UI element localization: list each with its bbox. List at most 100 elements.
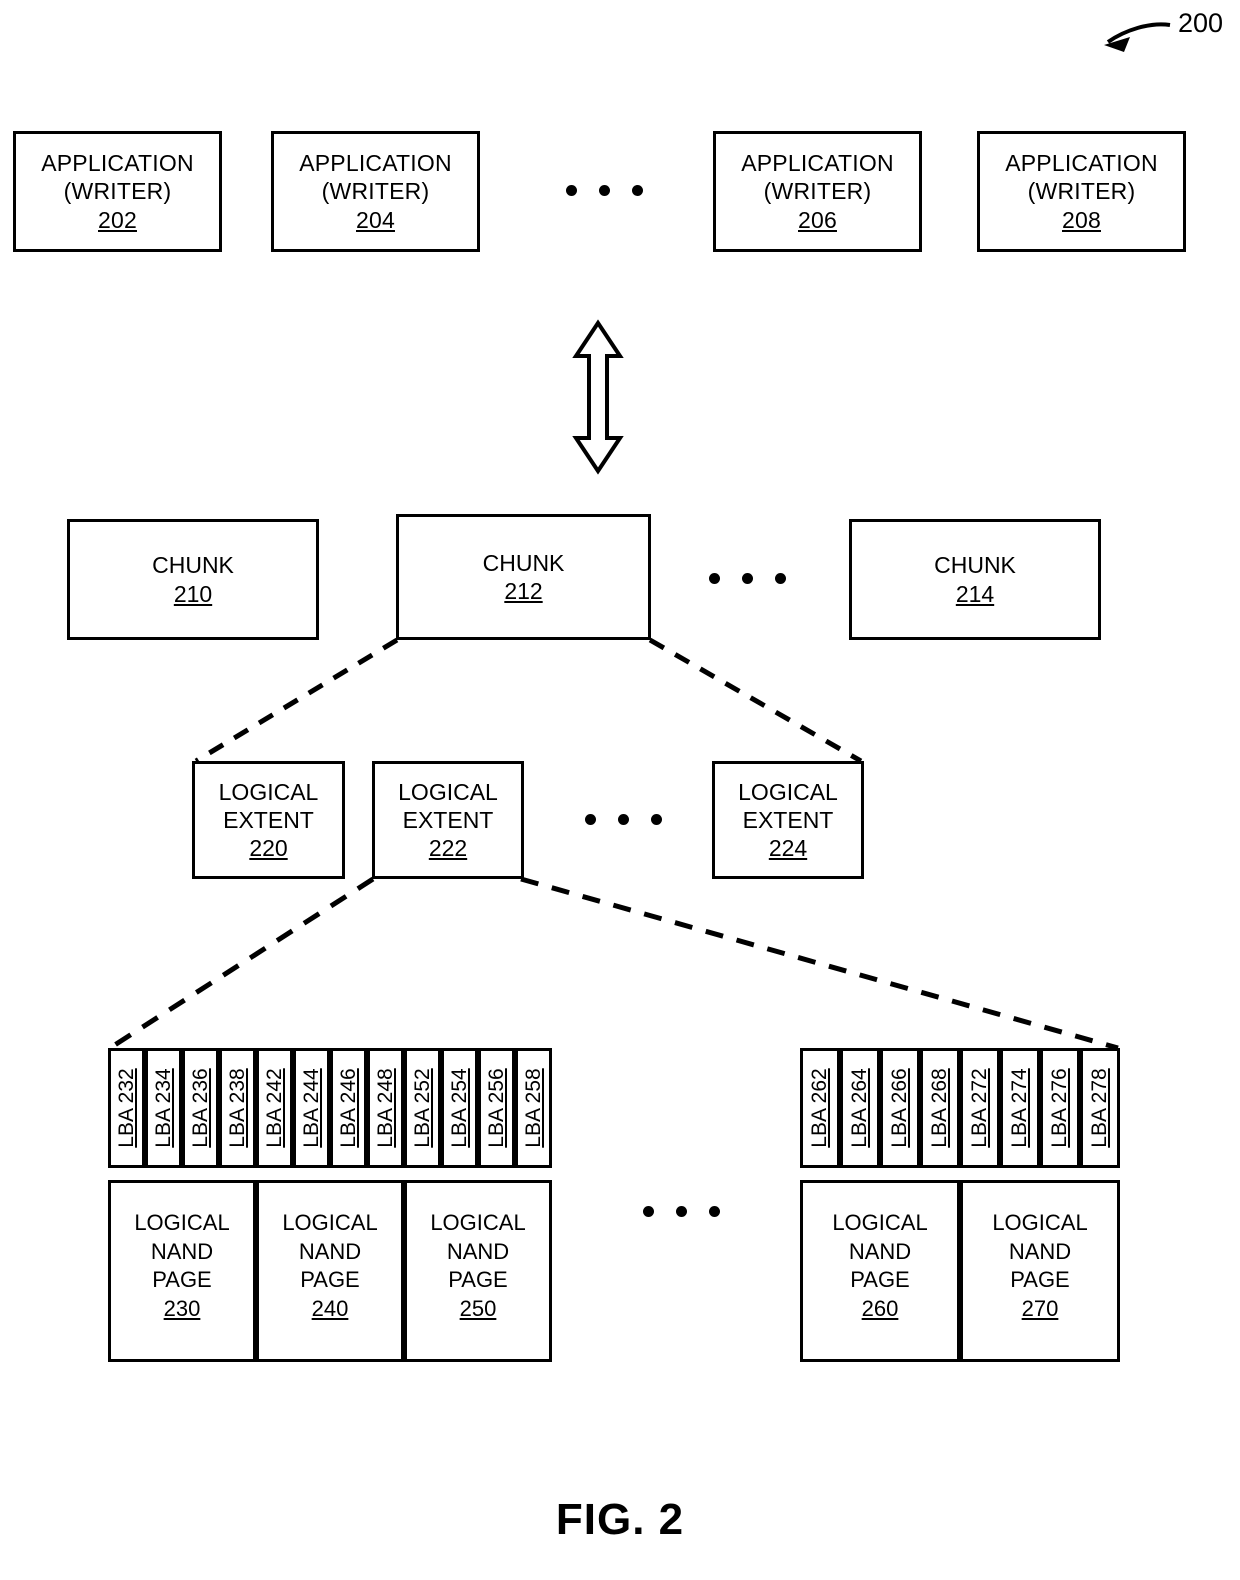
lba-cell[interactable]: LBA 238 xyxy=(219,1048,256,1168)
chunk-ref: 212 xyxy=(504,578,543,604)
application-subtitle: (WRITER) xyxy=(321,178,430,205)
application-title: APPLICATION xyxy=(299,150,452,177)
chunk-to-extent-dashed-connectors xyxy=(194,637,863,764)
nand-page-line1: LOGICAL xyxy=(832,1210,928,1235)
lba-cell[interactable]: LBA 254 xyxy=(441,1048,478,1168)
lba-label: LBA 264 xyxy=(848,1068,871,1148)
lba-cell[interactable]: LBA 244 xyxy=(293,1048,330,1168)
nand-page-line3: PAGE xyxy=(850,1267,910,1293)
nand-page-line1: LOGICAL xyxy=(992,1210,1088,1235)
logical-extent-ref: 224 xyxy=(768,835,808,862)
lba-cell[interactable]: LBA 246 xyxy=(330,1048,367,1168)
lba-cell[interactable]: LBA 262 xyxy=(800,1048,840,1168)
lba-label: LBA 268 xyxy=(928,1068,951,1148)
bidirectional-arrow-icon xyxy=(572,319,624,475)
lba-label: LBA 246 xyxy=(336,1068,360,1148)
logical-extent-box-220[interactable]: LOGICAL EXTENT 220 xyxy=(192,761,345,879)
lba-cell[interactable]: LBA 264 xyxy=(840,1048,880,1168)
nand-page-line1: LOGICAL xyxy=(282,1210,378,1235)
callout-arrow-head xyxy=(1104,37,1130,52)
application-title: APPLICATION xyxy=(41,150,194,177)
lba-cell[interactable]: LBA 258 xyxy=(515,1048,552,1168)
extent-to-lba-dashed-connectors xyxy=(108,876,1119,1051)
nand-page-line2: NAND xyxy=(1008,1238,1072,1264)
application-writer-box-208[interactable]: APPLICATION (WRITER) 208 xyxy=(977,131,1186,252)
lba-cell[interactable]: LBA 232 xyxy=(108,1048,145,1168)
nand-page-ref: 230 xyxy=(163,1295,201,1321)
lba-cell[interactable]: LBA 236 xyxy=(182,1048,219,1168)
chunk-label: CHUNK xyxy=(482,549,565,576)
chunk-box-212[interactable]: CHUNK 212 xyxy=(396,514,651,640)
logical-nand-page-box-260[interactable]: LOGICAL NAND PAGE 260 xyxy=(800,1180,960,1362)
lba-cell[interactable]: LBA 278 xyxy=(1080,1048,1120,1168)
lba-cell[interactable]: LBA 252 xyxy=(404,1048,441,1168)
application-ref: 206 xyxy=(798,206,837,233)
lba-label: LBA 274 xyxy=(1008,1068,1031,1148)
lba-label: LBA 252 xyxy=(410,1068,434,1148)
chunk-box-214[interactable]: CHUNK 214 xyxy=(849,519,1101,640)
logical-extent-line2: EXTENT xyxy=(742,806,834,833)
lba-label: LBA 256 xyxy=(484,1068,508,1148)
nand-page-line3: PAGE xyxy=(448,1267,508,1293)
patent-figure-2: 200 APPLICATION (WRITER) 202 APPLICATION… xyxy=(0,0,1240,1580)
logical-nand-page-box-250[interactable]: LOGICAL NAND PAGE 250 xyxy=(404,1180,552,1362)
lba-cell[interactable]: LBA 274 xyxy=(1000,1048,1040,1168)
lba-cell[interactable]: LBA 242 xyxy=(256,1048,293,1168)
chunk-row-ellipsis xyxy=(709,573,786,584)
lba-cell[interactable]: LBA 272 xyxy=(960,1048,1000,1168)
application-row-ellipsis xyxy=(566,185,643,196)
lba-label: LBA 232 xyxy=(114,1068,138,1148)
nand-page-ref: 240 xyxy=(311,1295,349,1321)
application-ref: 204 xyxy=(356,206,395,233)
nand-page-line3: PAGE xyxy=(300,1267,360,1293)
lba-label: LBA 234 xyxy=(151,1068,175,1148)
logical-extent-line1: LOGICAL xyxy=(738,778,838,805)
application-writer-box-206[interactable]: APPLICATION (WRITER) 206 xyxy=(713,131,922,252)
logical-nand-page-box-230[interactable]: LOGICAL NAND PAGE 230 xyxy=(108,1180,256,1362)
logical-extent-row-ellipsis xyxy=(585,814,662,825)
lba-label: LBA 262 xyxy=(808,1068,831,1148)
nand-page-line2: NAND xyxy=(446,1238,510,1264)
chunk-label: CHUNK xyxy=(152,552,234,579)
lba-label: LBA 248 xyxy=(373,1068,397,1148)
lba-cell[interactable]: LBA 276 xyxy=(1040,1048,1080,1168)
application-writer-box-204[interactable]: APPLICATION (WRITER) 204 xyxy=(271,131,480,252)
application-ref: 208 xyxy=(1062,206,1101,233)
chunk-ref: 210 xyxy=(173,580,213,607)
application-subtitle: (WRITER) xyxy=(763,178,872,205)
callout-arrow-curve xyxy=(1106,22,1171,44)
lba-cell[interactable]: LBA 256 xyxy=(478,1048,515,1168)
lba-cell[interactable]: LBA 248 xyxy=(367,1048,404,1168)
chunk-ref: 214 xyxy=(955,580,995,607)
lba-cell[interactable]: LBA 234 xyxy=(145,1048,182,1168)
lba-label: LBA 238 xyxy=(225,1068,249,1148)
application-ref: 202 xyxy=(98,206,137,233)
nand-page-ref: 260 xyxy=(861,1295,899,1321)
logical-extent-line1: LOGICAL xyxy=(218,778,319,805)
logical-extent-box-222[interactable]: LOGICAL EXTENT 222 xyxy=(372,761,524,879)
system-reference-number: 200 xyxy=(1178,8,1224,38)
lba-cell[interactable]: LBA 266 xyxy=(880,1048,920,1168)
nand-page-ref: 250 xyxy=(459,1295,497,1321)
application-subtitle: (WRITER) xyxy=(1027,178,1136,205)
nand-page-line2: NAND xyxy=(150,1238,214,1264)
logical-extent-line2: EXTENT xyxy=(402,806,494,833)
figure-caption: FIG. 2 xyxy=(555,1495,685,1544)
logical-extent-line1: LOGICAL xyxy=(398,778,498,805)
lba-label: LBA 278 xyxy=(1088,1068,1111,1148)
lba-label: LBA 242 xyxy=(262,1068,286,1148)
nand-page-line1: LOGICAL xyxy=(430,1210,526,1235)
lba-cell[interactable]: LBA 268 xyxy=(920,1048,960,1168)
application-writer-box-202[interactable]: APPLICATION (WRITER) 202 xyxy=(13,131,222,252)
logical-nand-page-box-240[interactable]: LOGICAL NAND PAGE 240 xyxy=(256,1180,404,1362)
nand-page-line3: PAGE xyxy=(152,1267,212,1293)
nand-page-line2: NAND xyxy=(848,1238,912,1264)
nand-page-line1: LOGICAL xyxy=(134,1210,230,1235)
chunk-box-210[interactable]: CHUNK 210 xyxy=(67,519,319,640)
logical-extent-line2: EXTENT xyxy=(223,806,314,833)
logical-nand-page-box-270[interactable]: LOGICAL NAND PAGE 270 xyxy=(960,1180,1120,1362)
logical-extent-box-224[interactable]: LOGICAL EXTENT 224 xyxy=(712,761,864,879)
lba-label: LBA 236 xyxy=(188,1068,212,1148)
logical-extent-ref: 222 xyxy=(428,835,468,862)
nand-page-ref: 270 xyxy=(1021,1295,1059,1321)
